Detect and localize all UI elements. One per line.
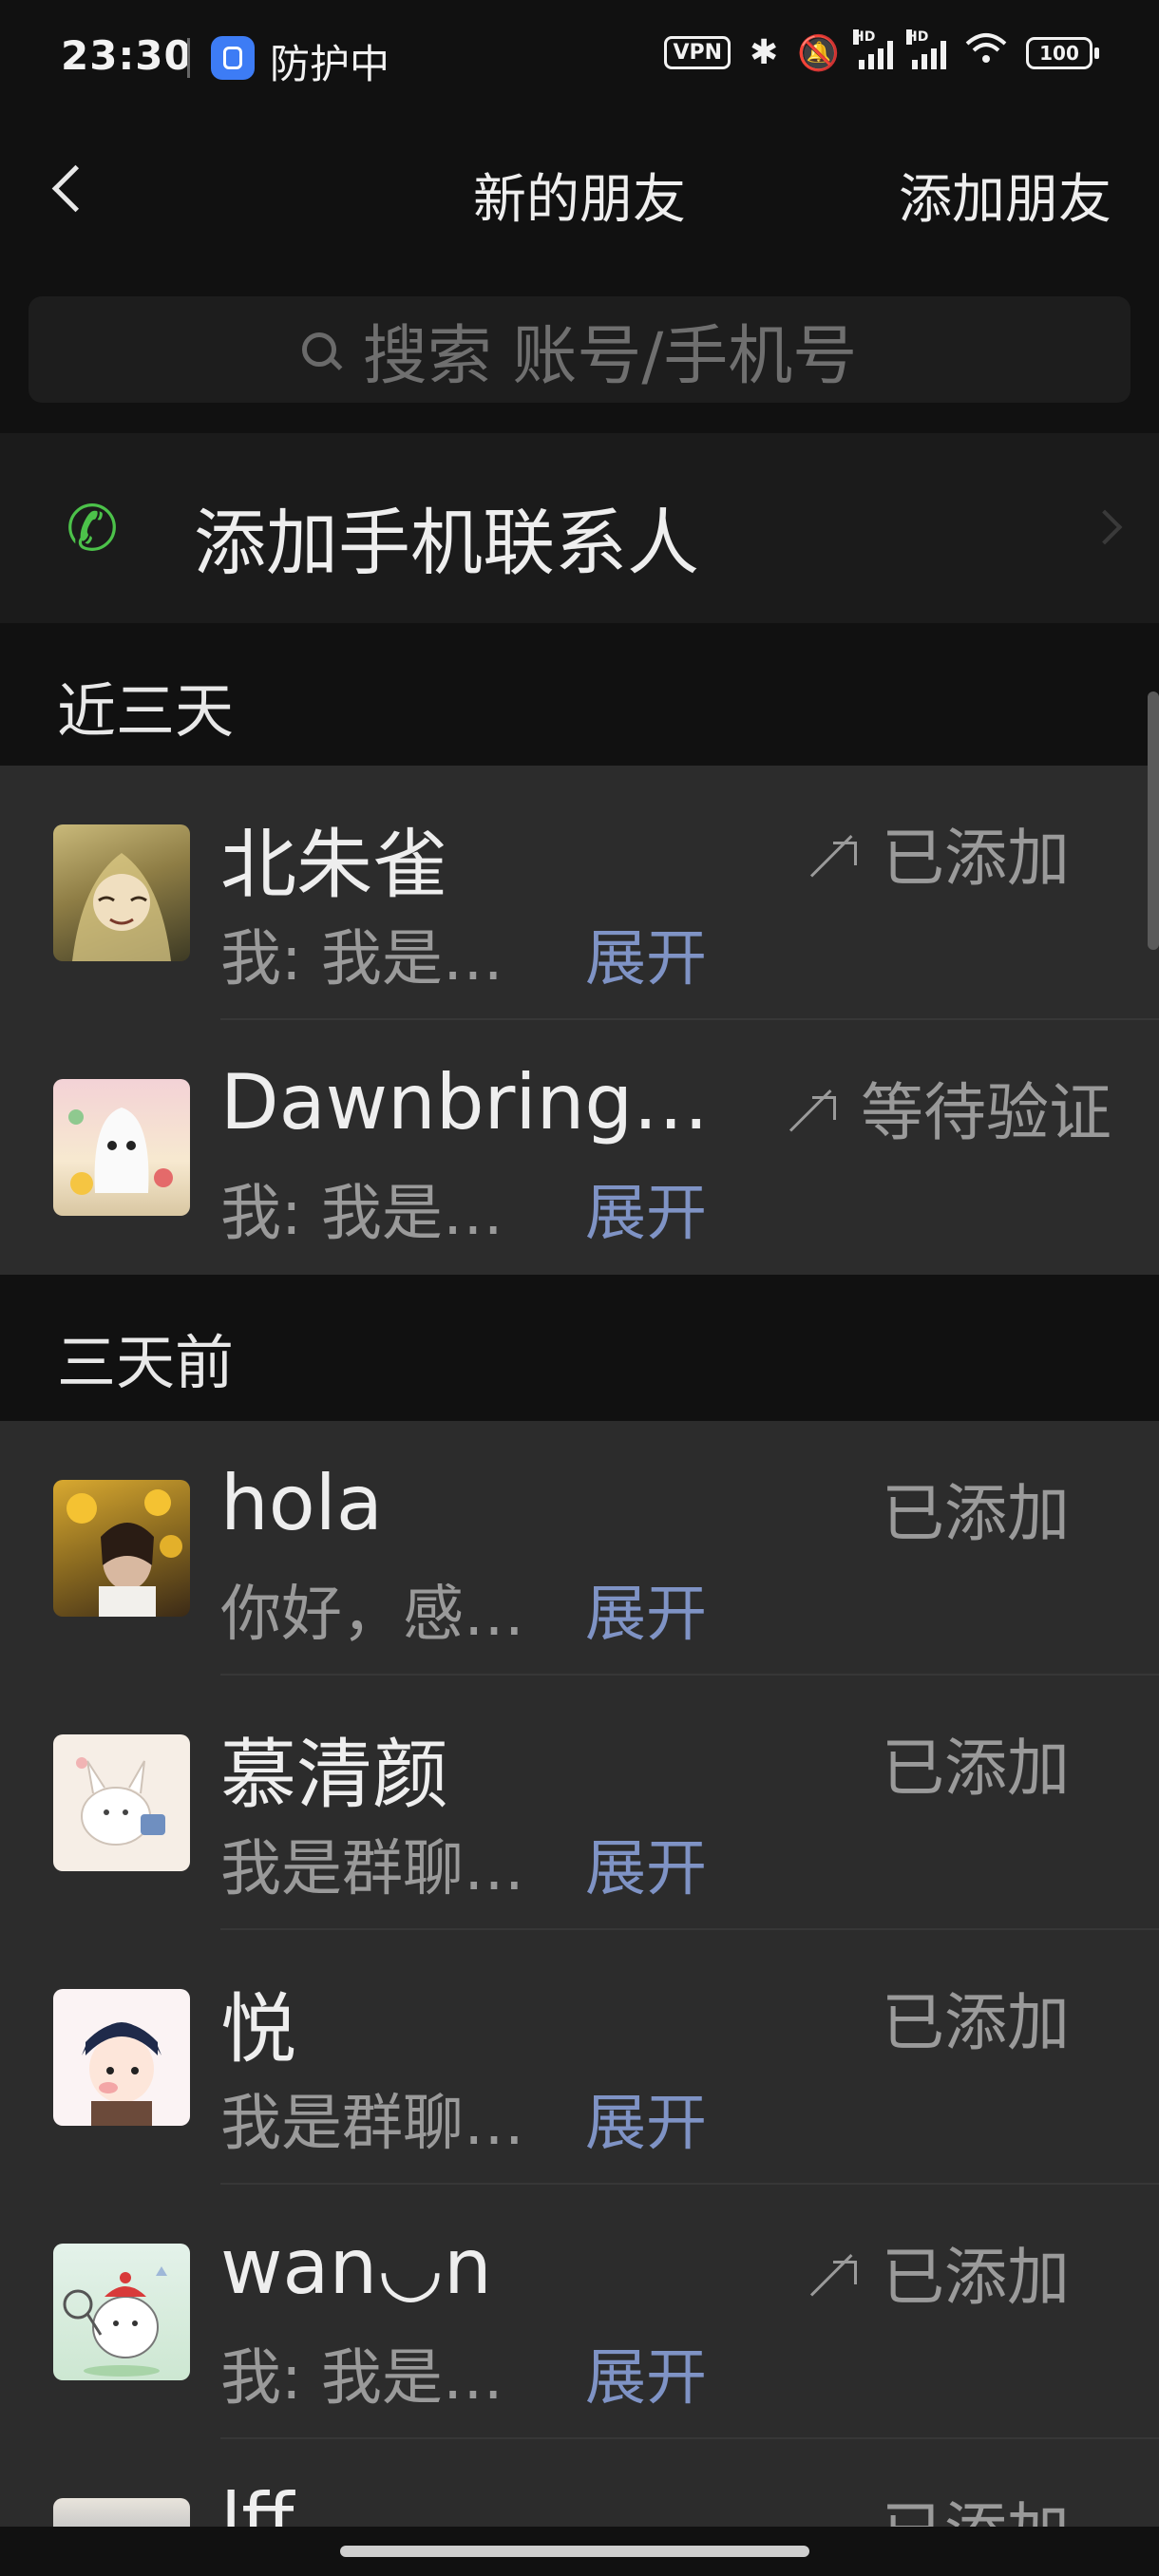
section-title: 三天前: [57, 1328, 235, 1397]
avatar: [53, 1989, 190, 2126]
friend-request-item[interactable]: 悦 我是群聊… 展开 已添加: [0, 1930, 1159, 2185]
recent-friend-list: 北朱雀 我: 我是… 展开 已添加 Dawnbring… 我: 我是… 展开 等…: [0, 766, 1159, 1275]
friend-message: 你好，感…: [220, 1580, 524, 1650]
battery-icon: 100: [1026, 36, 1099, 69]
friend-name: wan◡n: [220, 2223, 492, 2311]
friend-status: 已添加: [882, 1477, 1070, 1550]
friend-name: 悦: [220, 1985, 296, 2074]
friend-request-item[interactable]: 北朱雀 我: 我是… 展开 已添加: [0, 766, 1159, 1020]
search-placeholder: 搜索 账号/手机号: [362, 318, 858, 394]
top-navigation-bar: 新的朋友 添加朋友: [0, 119, 1159, 256]
expand-link[interactable]: 展开: [585, 2074, 707, 2162]
avatar: [53, 1079, 190, 1216]
friend-request-item[interactable]: Dawnbring… 我: 我是… 展开 等待验证: [0, 1020, 1159, 1275]
expand-link[interactable]: 展开: [585, 1820, 707, 1907]
back-button[interactable]: [42, 157, 99, 223]
friend-name: Dawnbring…: [220, 1058, 710, 1146]
friend-message: 我是群聊…: [220, 1834, 524, 1904]
friend-name: hola: [220, 1459, 383, 1547]
expand-link[interactable]: 展开: [585, 1165, 707, 1252]
status-divider: [187, 38, 190, 78]
friend-request-item[interactable]: lff 已添加: [0, 2439, 1159, 2527]
earlier-friend-list: hola 你好，感… 展开 已添加 慕清颜 我是群聊… 展开 已添加 悦 我是群…: [0, 1421, 1159, 2527]
bluetooth-icon: ✱: [750, 33, 779, 72]
friend-status: 已添加: [882, 1732, 1070, 1805]
friend-status: 等待验证: [790, 1062, 1112, 1153]
status-bar: 23:30 防护中 VPN ✱ 🔕 HD HD 100: [0, 0, 1159, 119]
friend-message: 我是群聊…: [220, 2089, 524, 2159]
avatar: [53, 824, 190, 961]
expand-link[interactable]: 展开: [585, 910, 707, 997]
friend-message: 我: 我是…: [220, 924, 504, 994]
friend-status: 已添加: [811, 2226, 1070, 2318]
section-header-earlier: 三天前: [0, 1275, 1159, 1417]
friend-request-item[interactable]: 慕清颜 我是群聊… 展开 已添加: [0, 1676, 1159, 1930]
search-input[interactable]: 搜索 账号/手机号: [28, 296, 1130, 403]
protection-status: 防护中: [270, 41, 390, 87]
friend-status: 已添加: [811, 807, 1070, 899]
phone-icon: ✆: [66, 492, 119, 565]
search-icon: [301, 332, 336, 367]
outgoing-arrow-icon: [811, 2260, 857, 2302]
outgoing-arrow-icon: [790, 1095, 836, 1138]
chevron-right-icon: [1087, 509, 1123, 545]
avatar: [53, 2244, 190, 2380]
friend-status: 已添加: [882, 2481, 1070, 2527]
wifi-icon: [965, 32, 1007, 73]
avatar: [53, 2498, 190, 2527]
signal-icon-2: HD: [906, 28, 946, 69]
section-title: 近三天: [57, 676, 235, 746]
friend-status: 已添加: [882, 1986, 1070, 2059]
status-time: 23:30: [61, 32, 193, 79]
friend-request-item[interactable]: wan◡n 我: 我是… 展开 已添加: [0, 2185, 1159, 2439]
status-icons: VPN ✱ 🔕 HD HD 100: [664, 28, 1099, 73]
add-friend-button[interactable]: 添加朋友: [899, 157, 1112, 234]
outgoing-arrow-icon: [811, 841, 857, 883]
section-header-recent: 近三天: [0, 623, 1159, 766]
shield-icon: [211, 36, 255, 80]
friend-request-item[interactable]: hola 你好，感… 展开 已添加: [0, 1421, 1159, 1676]
friend-name: 北朱雀: [220, 821, 448, 909]
expand-link[interactable]: 展开: [585, 1565, 707, 1653]
avatar: [53, 1480, 190, 1617]
signal-icon: HD: [853, 28, 893, 69]
add-phone-contacts-label: 添加手机联系人: [194, 501, 699, 585]
friend-message: 我: 我是…: [220, 2343, 504, 2414]
friend-name: lff: [220, 2477, 294, 2527]
friend-message: 我: 我是…: [220, 1179, 504, 1249]
friend-name: 慕清颜: [220, 1731, 448, 1819]
scrollbar[interactable]: [1148, 691, 1159, 950]
vpn-icon: VPN: [664, 36, 731, 69]
avatar: [53, 1734, 190, 1871]
bell-muted-icon: 🔕: [797, 33, 840, 73]
expand-link[interactable]: 展开: [585, 2329, 707, 2416]
home-indicator[interactable]: [340, 2546, 809, 2557]
add-phone-contacts-row[interactable]: ✆ 添加手机联系人: [0, 433, 1159, 623]
